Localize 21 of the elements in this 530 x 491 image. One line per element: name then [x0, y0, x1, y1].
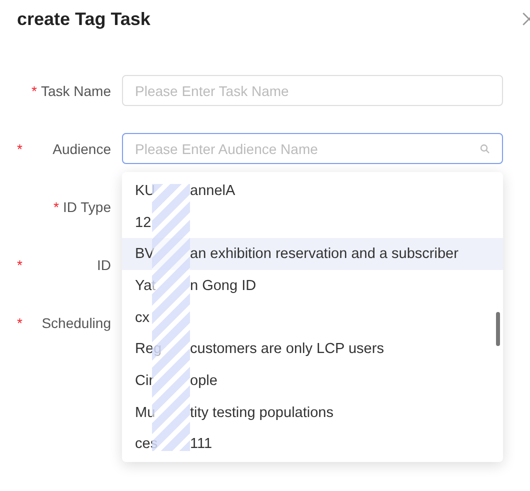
field-label: Audience — [52, 140, 111, 156]
field-label: Task Name — [40, 82, 111, 98]
dropdown-option[interactable]: Reg customers are only LCP users — [122, 333, 503, 366]
dropdown-option[interactable]: BV an exhibition reservation and a subscriber — [122, 238, 503, 270]
dropdown-option[interactable]: KU annelA — [122, 175, 503, 207]
dropdown-option[interactable]: Mu tity testing populations — [122, 396, 503, 428]
dropdown-option[interactable]: Cir ople — [122, 365, 503, 397]
dialog-title: create Tag Task — [17, 8, 150, 30]
dropdown-option[interactable]: cx — [122, 302, 503, 334]
required-mark: * — [32, 82, 37, 98]
dropdown-option[interactable]: 12 — [122, 206, 503, 238]
required-mark: * — [17, 140, 22, 156]
field-label: ID — [97, 256, 111, 272]
required-mark: * — [17, 256, 22, 272]
field-label: ID Type — [63, 198, 111, 214]
required-mark: * — [54, 198, 59, 214]
required-mark: * — [17, 314, 22, 330]
field-label: Scheduling — [42, 314, 111, 330]
scrollbar-thumb[interactable] — [496, 312, 500, 346]
dropdown-option[interactable]: ces 111 — [122, 428, 503, 460]
dropdown-option[interactable]: Yat n Gong ID — [122, 270, 503, 302]
